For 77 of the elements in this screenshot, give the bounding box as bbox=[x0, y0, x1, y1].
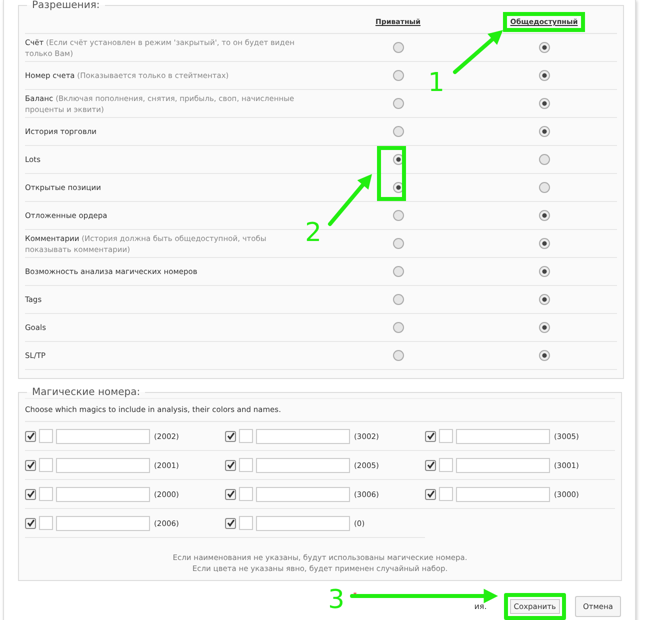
radio-button[interactable] bbox=[392, 70, 404, 81]
radio-button[interactable] bbox=[392, 42, 404, 53]
checkmark-icon bbox=[26, 490, 34, 498]
note-text: ия. bbox=[474, 602, 487, 611]
name-input-field[interactable] bbox=[256, 516, 350, 530]
radio-button[interactable] bbox=[392, 182, 404, 193]
radio-button[interactable] bbox=[538, 294, 550, 305]
name-input-field[interactable] bbox=[256, 458, 350, 472]
radio-button[interactable] bbox=[538, 238, 550, 249]
checkmark-icon bbox=[226, 432, 234, 440]
color-picker[interactable] bbox=[239, 458, 253, 472]
radio-button[interactable] bbox=[538, 350, 550, 361]
radio-button[interactable] bbox=[392, 322, 404, 333]
name-input-field[interactable] bbox=[56, 458, 150, 472]
checkmark-icon bbox=[426, 490, 434, 498]
color-picker[interactable] bbox=[39, 516, 53, 530]
checkbox[interactable] bbox=[25, 430, 36, 442]
checkmark-icon bbox=[226, 461, 234, 469]
name-input-field[interactable] bbox=[56, 428, 150, 444]
checkbox[interactable] bbox=[25, 518, 36, 528]
checkbox[interactable] bbox=[425, 488, 436, 500]
checkbox[interactable] bbox=[225, 518, 236, 528]
radio-button[interactable] bbox=[392, 154, 404, 165]
checkmark-icon bbox=[426, 461, 434, 469]
name-input-field[interactable] bbox=[256, 486, 350, 502]
radio-button[interactable] bbox=[392, 98, 404, 109]
checkmark-icon bbox=[426, 432, 434, 440]
name-input-field[interactable] bbox=[56, 516, 150, 530]
arrow bbox=[453, 30, 503, 74]
name-input-field[interactable] bbox=[56, 486, 150, 502]
color-picker[interactable] bbox=[439, 487, 453, 501]
checkmark-icon bbox=[226, 519, 234, 527]
radio-button[interactable] bbox=[538, 182, 550, 193]
checkbox[interactable] bbox=[425, 460, 436, 470]
checkmark-icon bbox=[26, 432, 34, 440]
radio-button[interactable] bbox=[538, 266, 550, 277]
checkbox[interactable] bbox=[425, 430, 436, 442]
radio-button[interactable] bbox=[538, 126, 550, 137]
radio-button[interactable] bbox=[392, 294, 404, 305]
radio-button[interactable] bbox=[538, 322, 550, 333]
radio-button[interactable] bbox=[538, 154, 550, 165]
checkmark-icon bbox=[26, 461, 34, 469]
radio-button[interactable] bbox=[392, 350, 404, 361]
name-input-field[interactable] bbox=[456, 486, 550, 502]
color-picker[interactable] bbox=[39, 458, 53, 472]
color-picker[interactable] bbox=[39, 487, 53, 501]
arrow bbox=[328, 174, 372, 226]
highlight-frame bbox=[377, 146, 406, 201]
color-picker[interactable] bbox=[239, 487, 253, 501]
color-picker[interactable] bbox=[439, 458, 453, 472]
step-number: 2 bbox=[305, 218, 322, 248]
name-input-field[interactable] bbox=[256, 428, 350, 444]
section-title: Магические номера: bbox=[31, 387, 142, 398]
color-picker[interactable] bbox=[239, 429, 253, 443]
color-picker[interactable] bbox=[239, 516, 253, 530]
section-title: Разрешения: bbox=[31, 0, 101, 11]
radio-button[interactable] bbox=[392, 266, 404, 277]
checkbox[interactable] bbox=[25, 488, 36, 500]
color-picker[interactable] bbox=[439, 429, 453, 443]
step-number: 1 bbox=[428, 68, 445, 98]
checkmark-icon bbox=[26, 519, 34, 527]
radio-button[interactable] bbox=[392, 126, 404, 137]
radio-button[interactable] bbox=[538, 70, 550, 81]
checkbox[interactable] bbox=[225, 460, 236, 470]
checkbox[interactable] bbox=[225, 488, 236, 500]
radio-button[interactable] bbox=[538, 210, 550, 221]
step-number: 3 bbox=[328, 585, 345, 615]
color-picker[interactable] bbox=[39, 429, 53, 443]
radio-button[interactable] bbox=[392, 210, 404, 221]
checkbox[interactable] bbox=[225, 430, 236, 442]
name-input-field[interactable] bbox=[456, 428, 550, 444]
checkbox[interactable] bbox=[25, 460, 36, 470]
radio-button[interactable] bbox=[538, 98, 550, 109]
checkmark-icon bbox=[226, 490, 234, 498]
name-input-field[interactable] bbox=[456, 458, 550, 472]
radio-button[interactable] bbox=[538, 42, 550, 53]
radio-button[interactable] bbox=[392, 238, 404, 249]
